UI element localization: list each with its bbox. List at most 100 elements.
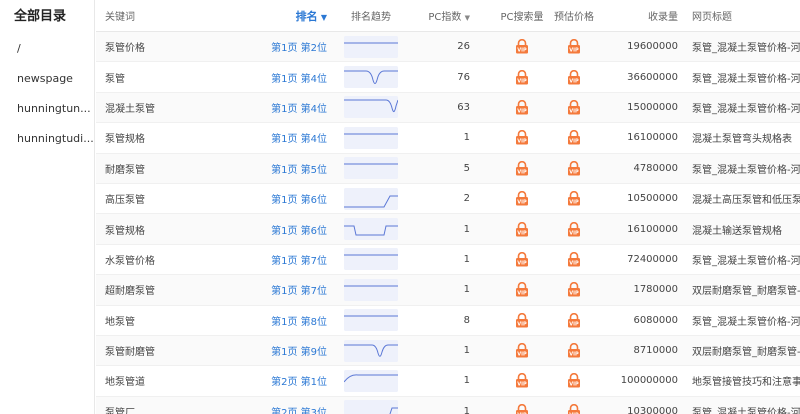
est-price-cell: VIP xyxy=(548,403,600,414)
table-row: 耐磨泵管 第1页 第5位 5 VIP VIP 4780000 泵管_混凝土泵管价格-河北 xyxy=(96,153,800,184)
rank-link[interactable]: 第1页 第4位 xyxy=(216,100,341,115)
vip-lock-icon[interactable]: VIP xyxy=(567,39,581,54)
svg-text:VIP: VIP xyxy=(517,291,527,297)
keyword-cell: 超耐磨泵管 xyxy=(105,286,155,298)
keyword-cell: 泵管价格 xyxy=(105,43,145,55)
indexed-count-cell: 8710000 xyxy=(633,345,678,357)
keyword-cell: 混凝土泵管 xyxy=(105,103,155,115)
vip-lock-icon[interactable]: VIP xyxy=(515,373,529,388)
vip-lock-icon[interactable]: VIP xyxy=(567,130,581,145)
pc-index-cell: 1 xyxy=(463,253,470,265)
vip-lock-icon[interactable]: VIP xyxy=(515,130,529,145)
rank-link[interactable]: 第1页 第8位 xyxy=(216,313,341,328)
vip-lock-icon[interactable]: VIP xyxy=(567,282,581,297)
trend-sparkline xyxy=(344,369,398,392)
table-row: 泵管规格 第1页 第6位 1 VIP VIP 16100000 混凝土输送泵管规格 xyxy=(96,214,800,245)
sidebar-item-newspage[interactable]: newspage xyxy=(0,64,94,94)
svg-text:VIP: VIP xyxy=(569,261,579,267)
pc-index-cell: 76 xyxy=(457,71,470,83)
vip-lock-icon[interactable]: VIP xyxy=(515,191,529,206)
rank-link[interactable]: 第1页 第6位 xyxy=(216,222,341,237)
table-row: 泵管耐磨管 第1页 第9位 1 VIP VIP 8710000 双层耐磨泵管_耐磨泵管-河 xyxy=(96,335,800,367)
sidebar-item-hunningtudi[interactable]: hunningtudi... xyxy=(0,124,94,154)
vip-lock-icon[interactable]: VIP xyxy=(515,403,529,414)
keyword-table: 关键词 排名 ▼ 排名趋势 PC指数 ▼ PC搜索量 预估价格 收录量 网页标题… xyxy=(96,0,800,414)
trend-sparkline xyxy=(344,35,398,58)
est-price-cell: VIP xyxy=(548,69,600,85)
svg-text:VIP: VIP xyxy=(569,139,579,145)
pc-search-cell: VIP xyxy=(496,251,548,267)
table-row: 泵管厂 第2页 第3位 1 VIP VIP 10300000 泵管_混凝土泵管价格-河北 xyxy=(96,396,800,414)
pc-search-cell: VIP xyxy=(496,221,548,237)
svg-text:VIP: VIP xyxy=(517,382,527,388)
header-keyword: 关键词 xyxy=(105,12,135,23)
pc-search-cell: VIP xyxy=(496,69,548,85)
est-price-cell: VIP xyxy=(548,312,600,328)
est-price-cell: VIP xyxy=(548,39,600,54)
pc-index-cell: 1 xyxy=(463,345,470,357)
rank-link[interactable]: 第1页 第5位 xyxy=(216,161,341,176)
vip-lock-icon[interactable]: VIP xyxy=(515,282,529,297)
page-title-cell: 地泵管接管技巧和注意事项 xyxy=(692,377,800,389)
vip-lock-icon[interactable]: VIP xyxy=(515,39,529,54)
header-pc-search: PC搜索量 xyxy=(500,12,544,23)
trend-sparkline xyxy=(344,218,398,241)
keyword-cell: 泵管 xyxy=(105,73,125,85)
indexed-count-cell: 1780000 xyxy=(633,284,678,296)
table-row: 混凝土泵管 第1页 第4位 63 VIP VIP 15000000 泵管_混凝土泵管价格-河… xyxy=(96,92,800,124)
rank-link[interactable]: 第2页 第3位 xyxy=(216,404,341,414)
vip-lock-icon[interactable]: VIP xyxy=(515,221,529,237)
trend-cell xyxy=(341,218,401,241)
svg-text:VIP: VIP xyxy=(569,78,579,84)
rank-link[interactable]: 第1页 第6位 xyxy=(216,191,341,206)
svg-text:VIP: VIP xyxy=(569,230,579,236)
keyword-cell: 泵管厂 xyxy=(105,407,135,414)
header-pc-index[interactable]: PC指数 ▼ xyxy=(401,8,496,23)
rank-link[interactable]: 第2页 第1位 xyxy=(216,373,341,388)
est-price-cell: VIP xyxy=(548,191,600,206)
vip-lock-icon[interactable]: VIP xyxy=(567,343,581,358)
rank-link[interactable]: 第1页 第4位 xyxy=(216,130,341,145)
sidebar-item-hunningtun[interactable]: hunningtun... xyxy=(0,94,94,124)
table-row: 水泵管价格 第1页 第7位 1 VIP VIP 72400000 泵管_混凝土泵管价格-河北 xyxy=(96,245,800,276)
rank-link[interactable]: 第1页 第2位 xyxy=(216,39,341,54)
est-price-cell: VIP xyxy=(548,251,600,267)
vip-lock-icon[interactable]: VIP xyxy=(515,343,529,358)
svg-text:VIP: VIP xyxy=(517,48,527,54)
header-rank[interactable]: 排名 ▼ xyxy=(216,8,341,24)
vip-lock-icon[interactable]: VIP xyxy=(515,99,529,115)
vip-lock-icon[interactable]: VIP xyxy=(567,403,581,414)
rank-link[interactable]: 第1页 第9位 xyxy=(216,343,341,358)
vip-lock-icon[interactable]: VIP xyxy=(567,251,581,267)
trend-cell xyxy=(341,126,401,149)
sidebar-item-root[interactable]: / xyxy=(0,34,94,64)
vip-lock-icon[interactable]: VIP xyxy=(567,160,581,176)
keyword-cell: 水泵管价格 xyxy=(105,255,155,267)
header-est-price: 预估价格 xyxy=(554,12,594,23)
vip-lock-icon[interactable]: VIP xyxy=(567,312,581,328)
trend-cell xyxy=(341,157,401,180)
trend-cell xyxy=(341,339,401,362)
vip-lock-icon[interactable]: VIP xyxy=(515,251,529,267)
vip-lock-icon[interactable]: VIP xyxy=(567,221,581,237)
keyword-cell: 泵管规格 xyxy=(105,134,145,146)
page-title-cell: 双层耐磨泵管_耐磨泵管-河 xyxy=(692,347,800,359)
svg-text:VIP: VIP xyxy=(569,291,579,297)
trend-sparkline xyxy=(344,96,398,119)
vip-lock-icon[interactable]: VIP xyxy=(567,373,581,388)
vip-lock-icon[interactable]: VIP xyxy=(567,69,581,85)
svg-text:VIP: VIP xyxy=(517,321,527,327)
vip-lock-icon[interactable]: VIP xyxy=(515,160,529,176)
rank-link[interactable]: 第1页 第7位 xyxy=(216,252,341,267)
vip-lock-icon[interactable]: VIP xyxy=(567,99,581,115)
table-header: 关键词 排名 ▼ 排名趋势 PC指数 ▼ PC搜索量 预估价格 收录量 网页标题 xyxy=(96,0,800,32)
trend-cell xyxy=(341,187,401,210)
vip-lock-icon[interactable]: VIP xyxy=(515,312,529,328)
keyword-cell: 高压泵管 xyxy=(105,195,145,207)
pc-search-cell: VIP xyxy=(496,373,548,388)
rank-link[interactable]: 第1页 第4位 xyxy=(216,70,341,85)
rank-link[interactable]: 第1页 第7位 xyxy=(216,282,341,297)
vip-lock-icon[interactable]: VIP xyxy=(515,69,529,85)
vip-lock-icon[interactable]: VIP xyxy=(567,191,581,206)
pc-index-cell: 26 xyxy=(457,41,470,53)
